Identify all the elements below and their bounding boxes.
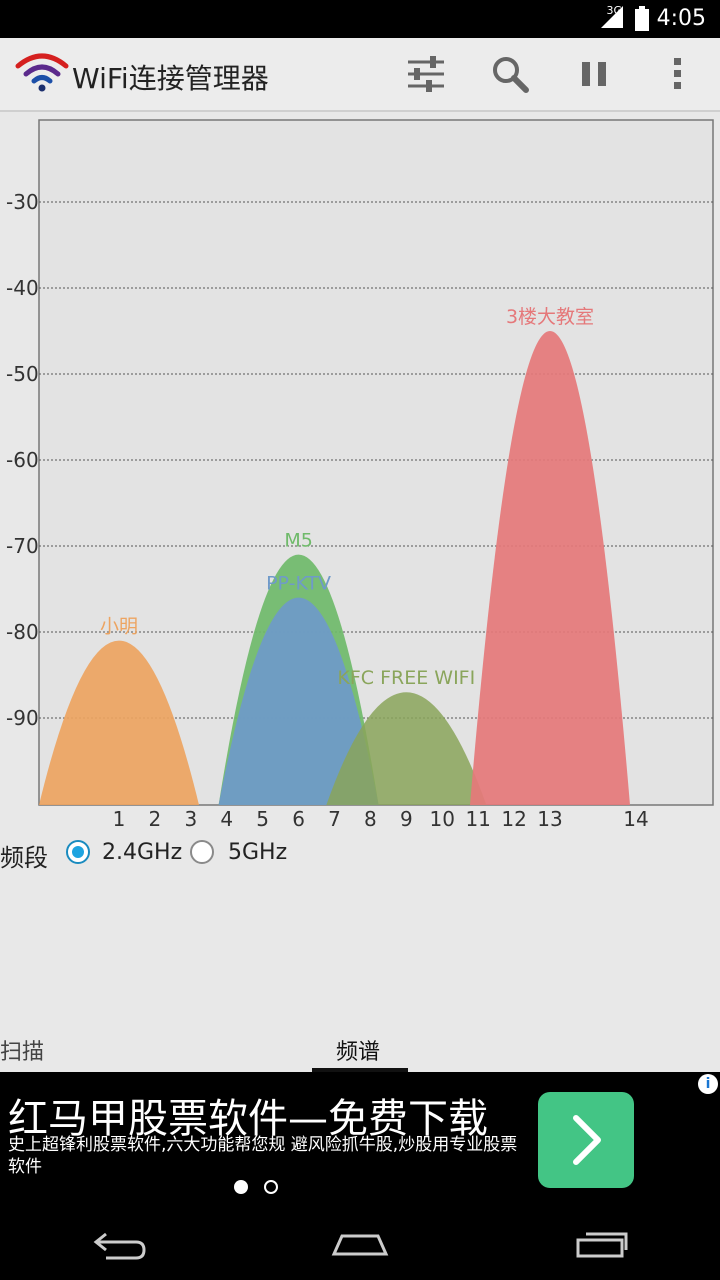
recent-apps-icon[interactable] <box>572 1224 632 1264</box>
x-tick-label: 10 <box>430 807 455 831</box>
chevron-right-icon <box>573 1115 601 1165</box>
app-title: WiFi连接管理器 <box>72 62 269 95</box>
y-tick-label: -60 <box>6 448 39 472</box>
home-icon[interactable] <box>330 1224 390 1264</box>
y-tick-label: -80 <box>6 620 39 644</box>
x-tick-label: 11 <box>465 807 490 831</box>
x-tick-label: 9 <box>400 807 413 831</box>
status-bar: 3G 4:05 <box>0 0 720 38</box>
clock: 4:05 <box>656 6 706 31</box>
wifi-logo-icon <box>15 53 69 92</box>
x-tick-label: 8 <box>364 807 377 831</box>
ad-page-dot[interactable] <box>264 1180 278 1194</box>
network-label: 3楼大教室 <box>506 306 594 328</box>
network-label: M5 <box>284 530 312 552</box>
x-tick-label: 1 <box>113 807 126 831</box>
x-tick-label: 6 <box>292 807 305 831</box>
x-tick-label: 14 <box>623 807 648 831</box>
app-bar: WiFi连接管理器 <box>0 38 720 112</box>
overflow-menu-icon[interactable] <box>656 52 700 96</box>
x-tick-label: 4 <box>220 807 233 831</box>
spectrum-chart-svg: -30-40-50-60-70-80-901 2 3 4 5 6 7 8 9 10 11 12 13 14… <box>6 119 714 831</box>
tab-scan[interactable]: 扫描 <box>0 1034 44 1066</box>
network-label: 小明 <box>100 616 138 638</box>
x-tick-label: 3 <box>184 807 197 831</box>
radio-2-4ghz[interactable] <box>66 840 90 864</box>
ad-cta-button[interactable] <box>538 1092 634 1188</box>
tab-bar: 扫描 频谱 <box>0 1028 720 1072</box>
x-tick-label: 7 <box>328 807 341 831</box>
x-tick-label: 12 <box>501 807 526 831</box>
ad-info-icon[interactable]: i <box>698 1074 718 1094</box>
navigation-bar <box>0 1208 720 1280</box>
network-label: KFC FREE WIFI <box>337 667 475 689</box>
band-label: 频段 <box>0 844 48 872</box>
back-icon[interactable] <box>92 1224 148 1264</box>
x-tick-label: 5 <box>256 807 269 831</box>
pause-icon[interactable] <box>572 52 616 96</box>
spectrum-chart: -30 -40 -50 -60 -70 -80 -90 1 2 3 4 5 6 7 8 9 10 11 12 13 14… <box>0 112 720 832</box>
y-tick-label: -30 <box>6 190 39 214</box>
y-tick-label: -90 <box>6 706 39 730</box>
ad-banner[interactable]: 红马甲股票软件—免费下载 史上超锋利股票软件,六大功能帮您规 避风险抓牛股,炒股… <box>0 1072 720 1208</box>
band-selector: 频段 2.4GHz 5GHz <box>0 836 720 872</box>
y-tick-label: -70 <box>6 534 39 558</box>
tab-spectrum[interactable]: 频谱 <box>336 1034 380 1066</box>
y-tick-label: -50 <box>6 362 39 386</box>
ad-description[interactable]: 史上超锋利股票软件,六大功能帮您规 避风险抓牛股,炒股用专业股票软件 <box>8 1134 518 1178</box>
option-5ghz-label[interactable]: 5GHz <box>228 840 287 865</box>
y-tick-label: -40 <box>6 276 39 300</box>
ad-page-dot-active[interactable] <box>234 1180 248 1194</box>
battery-icon <box>635 6 649 31</box>
option-2-4ghz-label[interactable]: 2.4GHz <box>102 840 182 865</box>
radio-5ghz[interactable] <box>190 840 214 864</box>
network-type: 3G <box>606 4 622 17</box>
x-tick-label: 2 <box>149 807 162 831</box>
filter-sliders-icon[interactable] <box>404 52 448 96</box>
network-label: PP-KTV <box>266 573 331 595</box>
x-tick-label: 13 <box>537 807 562 831</box>
search-icon[interactable] <box>488 52 532 96</box>
